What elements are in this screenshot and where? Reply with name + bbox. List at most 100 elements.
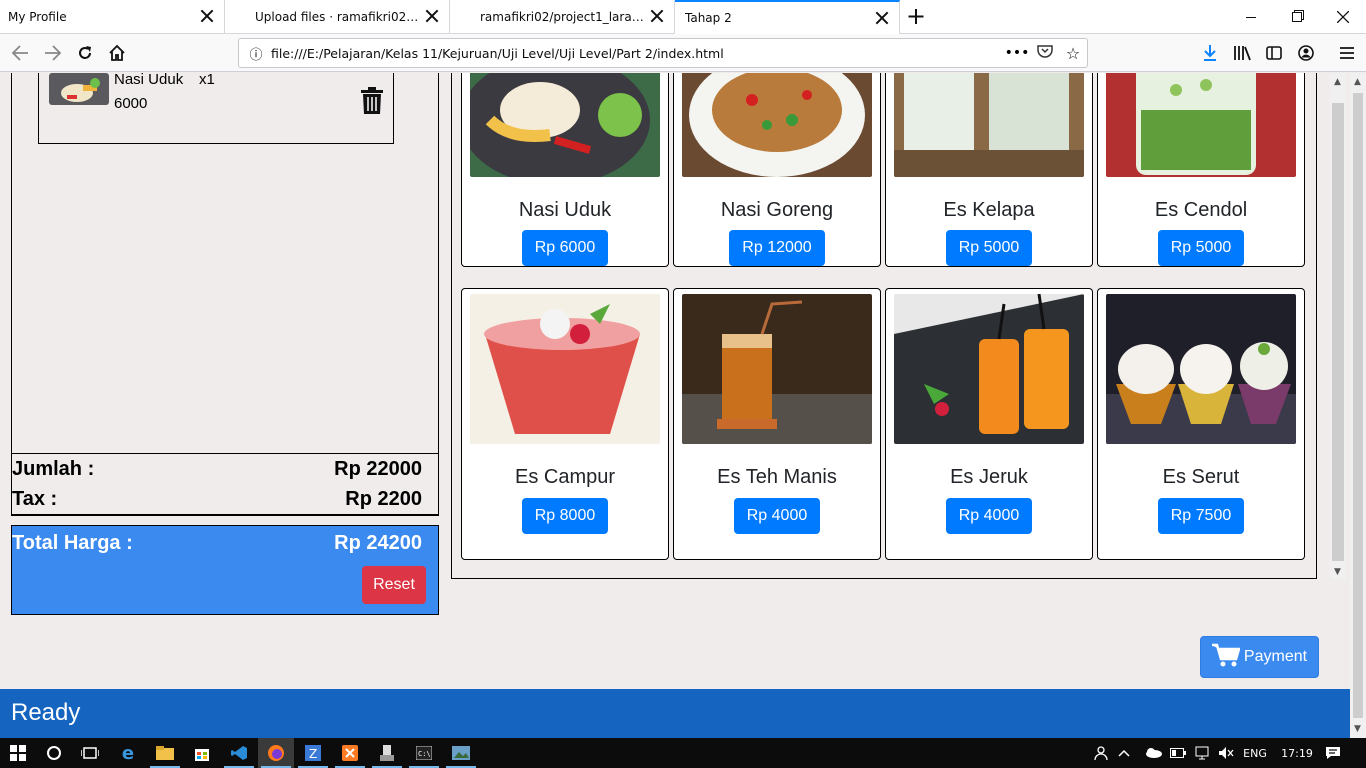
es-serut-image xyxy=(1106,294,1296,444)
minimize-button[interactable] xyxy=(1228,0,1274,34)
tab-my-profile[interactable]: My Profile xyxy=(0,0,225,34)
order-list-panel: Nasi Uduk x1 6000 xyxy=(11,73,439,516)
back-icon[interactable] xyxy=(7,40,33,66)
menu-item-name: Nasi Uduk xyxy=(518,198,612,221)
menu-scrollbar[interactable]: ▲ ▼ xyxy=(1330,73,1346,579)
close-window-button[interactable] xyxy=(1320,0,1366,34)
jumlah-value: Rp 22000 xyxy=(334,457,422,480)
close-tab-icon[interactable] xyxy=(200,9,214,23)
network-icon[interactable] xyxy=(1190,738,1214,768)
clock-time: 17:19 xyxy=(1281,746,1313,760)
filezilla-icon[interactable]: Z xyxy=(295,738,331,768)
es-campur-image xyxy=(470,294,660,444)
close-tab-icon[interactable] xyxy=(650,9,664,23)
browser-tab-bar: My Profile Upload files · ramafikri02/p r… xyxy=(0,0,1366,34)
xampp-icon[interactable] xyxy=(332,738,368,768)
restore-button[interactable] xyxy=(1274,0,1320,34)
menu-item-price-button[interactable]: Rp 5000 xyxy=(945,230,1033,266)
sidebar-icon[interactable] xyxy=(1261,40,1287,66)
address-bar[interactable]: ⓘ ••• ☆ xyxy=(238,38,1088,68)
payment-label: Payment xyxy=(1243,648,1308,665)
site-info-icon[interactable]: ⓘ xyxy=(245,44,267,63)
url-input[interactable] xyxy=(267,45,1003,61)
order-item-thumbnail xyxy=(49,73,109,105)
tab-title: My Profile xyxy=(8,10,67,24)
language-text: ENG xyxy=(1243,746,1267,760)
edge-icon[interactable]: e xyxy=(110,738,146,768)
clock[interactable]: 17:19 xyxy=(1274,738,1320,768)
jumlah-label: Jumlah : xyxy=(12,457,95,480)
vscode-icon[interactable] xyxy=(221,738,257,768)
scroll-up-icon[interactable]: ▲ xyxy=(1354,77,1361,87)
menu-card[interactable]: Nasi Uduk Rp 6000 xyxy=(461,73,669,267)
es-cendol-image xyxy=(1106,73,1296,177)
library-icon[interactable] xyxy=(1229,40,1255,66)
battery-icon[interactable] xyxy=(1166,738,1190,768)
file-explorer-icon[interactable] xyxy=(147,738,183,768)
tab-upload-files[interactable]: Upload files · ramafikri02/proje xyxy=(225,0,450,34)
scroll-down-icon[interactable]: ▼ xyxy=(1354,724,1361,734)
menu-card[interactable]: Es Cendol Rp 5000 xyxy=(1097,73,1305,267)
payment-button[interactable]: Payment xyxy=(1200,636,1319,678)
onedrive-icon[interactable] xyxy=(1140,738,1166,768)
total-label: Total Harga : xyxy=(12,532,133,554)
menu-item-price-button[interactable]: Rp 4000 xyxy=(945,498,1033,534)
menu-card[interactable]: Es Teh Manis Rp 4000 xyxy=(673,288,881,560)
windows-taskbar: e Z C:\ ENG 17:19 xyxy=(0,738,1366,768)
menu-item-price-button[interactable]: Rp 12000 xyxy=(729,230,825,266)
menu-grid: Nasi Uduk Rp 6000 Nasi Goreng Rp 12000 E… xyxy=(451,73,1317,579)
nasi-uduk-image xyxy=(470,73,660,177)
menu-item-name: Es Cendol xyxy=(1154,198,1248,221)
menu-item-price-button[interactable]: Rp 7500 xyxy=(1157,498,1245,534)
account-icon[interactable] xyxy=(1293,40,1319,66)
menu-item-price-button[interactable]: Rp 4000 xyxy=(733,498,821,534)
menu-scroll-thumb[interactable] xyxy=(1332,103,1344,561)
tab-tahap-2[interactable]: Tahap 2 xyxy=(675,0,900,34)
menu-card[interactable]: Es Jeruk Rp 4000 xyxy=(885,288,1093,560)
bookmark-star-icon[interactable]: ☆ xyxy=(1059,44,1087,63)
photos-icon[interactable] xyxy=(443,738,479,768)
order-item: Nasi Uduk x1 6000 xyxy=(38,73,394,144)
svg-text:C:\: C:\ xyxy=(418,750,431,758)
menu-item-price-button[interactable]: Rp 6000 xyxy=(521,230,609,266)
menu-card[interactable]: Es Serut Rp 7500 xyxy=(1097,288,1305,560)
page-actions-icon[interactable]: ••• xyxy=(1003,45,1031,61)
download-icon[interactable] xyxy=(1197,40,1223,66)
forward-icon[interactable] xyxy=(40,40,66,66)
search-icon[interactable] xyxy=(36,738,72,768)
trash-icon[interactable] xyxy=(361,87,383,114)
pocket-icon[interactable] xyxy=(1031,44,1059,62)
menu-card[interactable]: Es Kelapa Rp 5000 xyxy=(885,73,1093,267)
page-scrollbar[interactable]: ▲ ▼ xyxy=(1350,73,1366,738)
menu-item-name: Es Serut xyxy=(1162,466,1240,488)
scroll-down-icon[interactable]: ▼ xyxy=(1334,567,1341,577)
menu-item-price-button[interactable]: Rp 8000 xyxy=(521,498,609,534)
total-value: Rp 24200 xyxy=(334,532,422,554)
windows-start-icon[interactable] xyxy=(0,738,36,768)
tab-project1-laravel[interactable]: ramafikri02/project1_laravel xyxy=(450,0,675,34)
menu-card[interactable]: Es Campur Rp 8000 xyxy=(461,288,669,560)
command-prompt-icon[interactable]: C:\ xyxy=(406,738,442,768)
task-view-icon[interactable] xyxy=(72,738,108,768)
tax-value: Rp 2200 xyxy=(345,487,422,510)
menu-item-name: Es Campur xyxy=(514,466,616,488)
tray-expand-icon[interactable] xyxy=(1112,738,1136,768)
reload-icon[interactable] xyxy=(72,40,98,66)
page-scroll-thumb[interactable] xyxy=(1353,93,1363,718)
language-indicator[interactable]: ENG xyxy=(1238,738,1272,768)
close-tab-icon[interactable] xyxy=(875,11,889,25)
new-tab-button[interactable] xyxy=(900,0,932,34)
store-icon[interactable] xyxy=(184,738,220,768)
home-icon[interactable] xyxy=(104,40,130,66)
menu-card[interactable]: Nasi Goreng Rp 12000 xyxy=(673,73,881,267)
volume-muted-icon[interactable] xyxy=(1214,738,1238,768)
app-icon[interactable] xyxy=(369,738,405,768)
scroll-up-icon[interactable]: ▲ xyxy=(1334,77,1341,87)
order-item-qty: x1 xyxy=(199,73,215,88)
menu-item-price-button[interactable]: Rp 5000 xyxy=(1157,230,1245,266)
firefox-icon[interactable] xyxy=(258,738,294,768)
notification-icon[interactable] xyxy=(1318,738,1348,768)
reset-button[interactable]: Reset xyxy=(362,566,426,604)
hamburger-menu-icon[interactable] xyxy=(1334,40,1360,66)
close-tab-icon[interactable] xyxy=(425,9,439,23)
